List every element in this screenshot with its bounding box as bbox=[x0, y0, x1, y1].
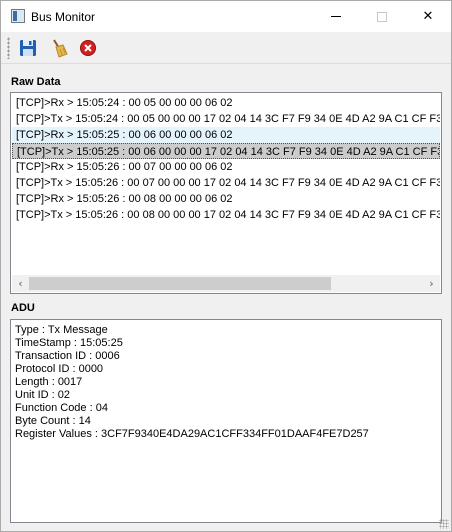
maximize-button[interactable] bbox=[359, 1, 405, 32]
bus-monitor-window: Bus Monitor ✕ Raw Data [TCP]>Rx > 15:05:… bbox=[0, 0, 452, 532]
scroll-left-icon[interactable]: ‹ bbox=[12, 275, 29, 292]
raw-data-row[interactable]: [TCP]>Tx > 15:05:26 : 00 07 00 00 00 17 … bbox=[12, 175, 440, 191]
toolbar bbox=[1, 33, 451, 63]
resize-grip-icon[interactable] bbox=[439, 519, 449, 529]
adu-register-values: Register Values : 3CF7F9340E4DA29AC1CFF3… bbox=[15, 428, 369, 440]
adu-type: Type : Tx Message bbox=[15, 324, 108, 336]
maximize-icon bbox=[377, 11, 387, 22]
close-button[interactable]: ✕ bbox=[405, 1, 451, 32]
stop-icon bbox=[80, 40, 96, 56]
raw-data-row[interactable]: [TCP]>Rx > 15:05:26 : 00 08 00 00 00 06 … bbox=[12, 191, 440, 207]
adu-byte-count: Byte Count : 14 bbox=[15, 415, 91, 427]
raw-data-row[interactable]: [TCP]>Tx > 15:05:26 : 00 08 00 00 00 17 … bbox=[12, 207, 440, 223]
raw-data-label: Raw Data bbox=[11, 76, 61, 88]
adu-transaction-id: Transaction ID : 0006 bbox=[15, 350, 120, 362]
raw-data-row[interactable]: [TCP]>Rx > 15:05:24 : 00 05 00 00 00 06 … bbox=[12, 95, 440, 111]
save-icon bbox=[20, 40, 36, 56]
horizontal-scrollbar[interactable]: ‹ › bbox=[12, 275, 440, 292]
adu-label: ADU bbox=[11, 302, 35, 314]
toolbar-divider bbox=[1, 63, 451, 64]
adu-length: Length : 0017 bbox=[15, 376, 83, 388]
scroll-right-icon[interactable]: › bbox=[423, 275, 440, 292]
save-button[interactable] bbox=[17, 37, 39, 59]
app-icon bbox=[11, 9, 25, 23]
adu-function-code: Function Code : 04 bbox=[15, 402, 108, 414]
window-title: Bus Monitor bbox=[31, 10, 96, 24]
scrollbar-thumb[interactable] bbox=[29, 277, 331, 290]
adu-unit-id: Unit ID : 02 bbox=[15, 389, 71, 401]
toolbar-grip-icon[interactable] bbox=[7, 37, 10, 59]
minimize-icon bbox=[331, 16, 341, 17]
raw-data-row[interactable]: [TCP]>Tx > 15:05:24 : 00 05 00 00 00 17 … bbox=[12, 111, 440, 127]
adu-protocol-id: Protocol ID : 0000 bbox=[15, 363, 104, 375]
clear-button[interactable] bbox=[47, 37, 69, 59]
adu-timestamp: TimeStamp : 15:05:25 bbox=[15, 337, 123, 349]
adu-details-panel: Type : Tx Message TimeStamp : 15:05:25 T… bbox=[10, 319, 442, 523]
broom-icon bbox=[53, 39, 68, 58]
stop-button[interactable] bbox=[77, 37, 99, 59]
minimize-button[interactable] bbox=[313, 1, 359, 32]
title-bar[interactable]: Bus Monitor ✕ bbox=[1, 1, 451, 32]
raw-data-row[interactable]: [TCP]>Rx > 15:05:26 : 00 07 00 00 00 06 … bbox=[12, 159, 440, 175]
raw-data-list[interactable]: [TCP]>Rx > 15:05:24 : 00 05 00 00 00 06 … bbox=[10, 92, 442, 294]
raw-data-row-selected[interactable]: [TCP]>Tx > 15:05:25 : 00 06 00 00 00 17 … bbox=[12, 143, 440, 159]
raw-data-row[interactable]: [TCP]>Rx > 15:05:25 : 00 06 00 00 00 06 … bbox=[12, 127, 440, 143]
